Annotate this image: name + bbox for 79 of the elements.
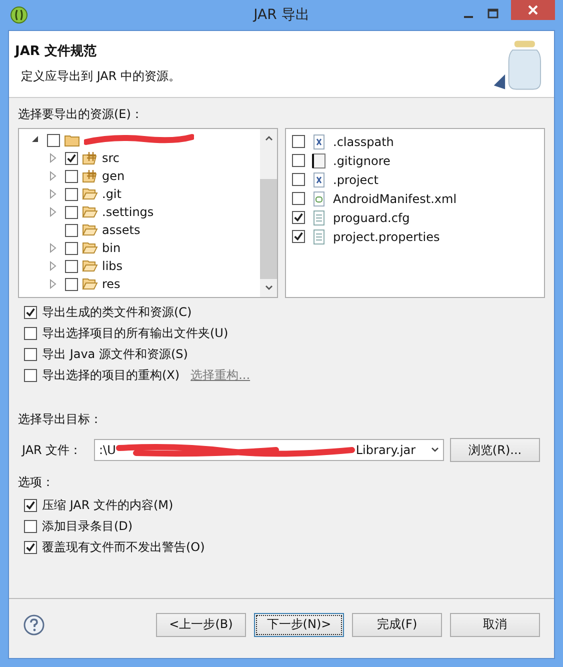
file-item[interactable]: .gitignore	[333, 154, 390, 168]
checkbox[interactable]	[292, 135, 305, 148]
checkbox-label[interactable]: 导出生成的类文件和资源(C)	[42, 304, 192, 320]
checkbox[interactable]	[65, 242, 78, 254]
checkbox[interactable]	[292, 154, 305, 167]
checkbox[interactable]	[292, 211, 305, 224]
manifest-file-icon	[311, 190, 327, 206]
folder-icon	[82, 276, 98, 292]
window-title: JAR 导出	[252, 6, 310, 24]
checkbox[interactable]	[24, 540, 37, 554]
checkbox[interactable]	[65, 170, 78, 182]
field-label: JAR 文件：	[22, 442, 83, 458]
checkbox[interactable]	[65, 206, 78, 218]
refactor-link[interactable]: 选择重构...	[190, 366, 250, 384]
tree-item[interactable]: src	[102, 151, 120, 165]
checkbox-label[interactable]: 覆盖现有文件而不发出警告(O)	[42, 538, 205, 556]
checkbox[interactable]	[65, 152, 78, 164]
checkbox[interactable]	[292, 230, 305, 243]
expander-icon[interactable]	[31, 135, 39, 145]
jar-path-combo[interactable]: :\U Library.jar	[94, 439, 444, 461]
dropdown-icon[interactable]	[431, 447, 439, 453]
package-folder-icon	[82, 168, 98, 184]
tree-item[interactable]: assets	[102, 223, 140, 237]
tree-item[interactable]: .settings	[102, 205, 154, 219]
close-icon[interactable]	[511, 0, 555, 20]
xml-file-icon	[311, 172, 327, 188]
scroll-up-icon[interactable]	[264, 134, 274, 142]
help-icon[interactable]	[23, 614, 45, 636]
file-item[interactable]: AndroidManifest.xml	[333, 192, 457, 206]
wizard-button[interactable]: <上一步(B)	[156, 612, 246, 636]
checkbox[interactable]	[65, 188, 78, 200]
folder-icon	[82, 222, 98, 238]
checkbox[interactable]	[24, 306, 37, 318]
checkbox[interactable]	[24, 326, 37, 340]
tree-item[interactable]: libs	[102, 259, 123, 273]
checkbox[interactable]	[65, 224, 78, 236]
checkbox[interactable]	[24, 348, 37, 360]
checkbox-label[interactable]: 导出 Java 源文件和资源(S)	[42, 346, 188, 362]
package-folder-icon	[82, 150, 98, 166]
app-icon	[10, 6, 28, 24]
section-label: 选择要导出的资源(E)：	[18, 106, 144, 123]
checkbox-label[interactable]: 压缩 JAR 文件的内容(M)	[42, 496, 174, 514]
checkbox[interactable]	[292, 192, 305, 205]
checkbox[interactable]	[24, 498, 37, 512]
page-description: 定义应导出到 JAR 中的资源。	[21, 68, 181, 85]
section-label: 选择导出目标：	[18, 411, 103, 428]
file-item[interactable]: proguard.cfg	[333, 210, 410, 224]
file-item[interactable]: project.properties	[333, 230, 440, 244]
wizard-button[interactable]: 取消	[450, 612, 540, 636]
checkbox[interactable]	[65, 260, 78, 272]
wizard-button[interactable]: 下一步(N)>	[254, 612, 344, 636]
folder-icon	[82, 204, 98, 220]
browse-button[interactable]: 浏览(R)...	[450, 438, 540, 462]
checkbox[interactable]	[24, 520, 37, 532]
file-item[interactable]: .classpath	[333, 134, 394, 148]
section-label: 选项：	[18, 474, 55, 491]
checkbox[interactable]	[292, 173, 305, 186]
scroll-down-icon[interactable]	[264, 284, 274, 292]
xml-file-icon	[311, 134, 327, 150]
checkbox-label[interactable]: 导出选择项目的所有输出文件夹(U)	[42, 324, 228, 342]
document-icon	[311, 210, 327, 226]
text-file-icon	[311, 152, 327, 168]
folder-icon	[82, 258, 98, 274]
file-item[interactable]: .project	[333, 172, 378, 186]
folder-icon	[82, 186, 98, 202]
scrollbar-thumb[interactable]	[260, 179, 277, 279]
document-icon	[311, 228, 327, 244]
checkbox-label[interactable]: 添加目录条目(D)	[42, 518, 133, 534]
checkbox[interactable]	[65, 278, 78, 290]
page-title: JAR 文件规范	[15, 42, 98, 60]
tree-item[interactable]: res	[102, 277, 120, 291]
tree-item[interactable]: bin	[102, 241, 121, 255]
checkbox[interactable]	[47, 134, 60, 146]
checkbox-label[interactable]: 导出选择的项目的重构(X)	[42, 366, 180, 384]
checkbox[interactable]	[24, 368, 37, 382]
folder-icon	[82, 240, 98, 256]
wizard-button[interactable]: 完成(F)	[352, 612, 442, 636]
tree-item[interactable]: .git	[102, 187, 122, 201]
tree-item[interactable]: gen	[102, 169, 125, 183]
